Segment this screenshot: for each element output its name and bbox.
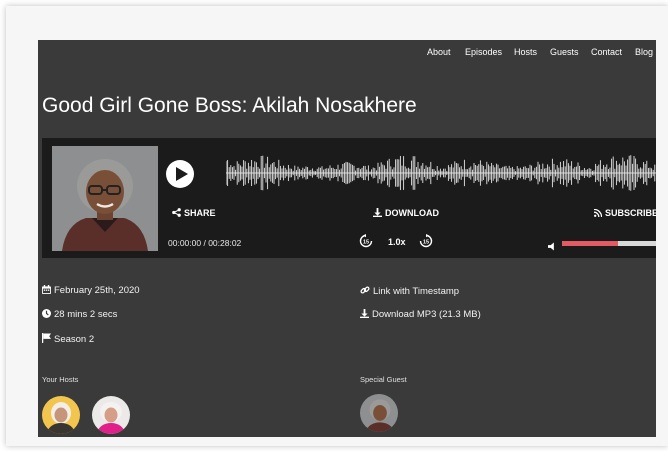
download-button[interactable]: DOWNLOAD (373, 208, 439, 218)
download-mp3[interactable]: Download MP3 (21.3 MB) (360, 309, 481, 320)
calendar-icon (42, 285, 51, 294)
nav-about[interactable]: About (427, 47, 451, 57)
host-avatar-2[interactable] (92, 396, 130, 434)
volume-level (562, 241, 619, 246)
guest-avatar[interactable] (360, 394, 398, 432)
time-display: 00:00:00 / 00:28:02 (168, 238, 242, 248)
speed-button[interactable]: 1.0x (388, 237, 406, 247)
subscribe-button[interactable]: SUBSCRIBE (593, 208, 656, 218)
share-icon (172, 208, 181, 217)
link-timestamp[interactable]: Link with Timestamp (360, 285, 459, 297)
forward-seconds: 15 (423, 239, 429, 245)
volume-slider[interactable] (562, 241, 656, 246)
episode-season: Season 2 (42, 333, 94, 345)
episode-title: Good Girl Gone Boss: Akilah Nosakhere (42, 94, 417, 117)
nav-guests[interactable]: Guests (550, 47, 579, 57)
share-button[interactable]: SHARE (172, 208, 216, 218)
hosts-heading: Your Hosts (42, 375, 79, 384)
download-icon (360, 309, 369, 318)
download-icon (373, 208, 382, 217)
podcast-page: About Episodes Hosts Guests Contact Blog… (38, 40, 656, 437)
nav-blog[interactable]: Blog (635, 47, 653, 57)
download-label: DOWNLOAD (385, 208, 439, 218)
guest-heading: Special Guest (360, 375, 407, 384)
link-icon (360, 286, 370, 294)
subscribe-label: SUBSCRIBE (605, 208, 656, 218)
browser-frame: About Episodes Hosts Guests Contact Blog… (6, 6, 668, 446)
forward-15-icon: 15 (419, 234, 433, 248)
host-avatar-1[interactable] (42, 396, 80, 434)
nav-episodes[interactable]: Episodes (465, 47, 502, 57)
guest-photo (52, 146, 158, 251)
clock-icon (42, 309, 51, 318)
flag-icon (42, 333, 51, 343)
rewind-seconds: 15 (363, 239, 369, 245)
audio-player: SHARE DOWNLOAD SUBSCRIBE 00:00:00 / 00:2… (42, 138, 656, 258)
rss-icon (593, 208, 603, 218)
rewind-button[interactable]: 15 (359, 234, 373, 253)
share-label: SHARE (184, 208, 216, 218)
nav-contact[interactable]: Contact (591, 47, 622, 57)
top-nav: About Episodes Hosts Guests Contact Blog (38, 40, 656, 66)
current-time: 00:00:00 (168, 238, 202, 248)
rewind-15-icon: 15 (359, 234, 373, 248)
forward-button[interactable]: 15 (419, 234, 433, 253)
mute-button[interactable] (548, 238, 557, 256)
nav-hosts[interactable]: Hosts (514, 47, 537, 57)
volume-icon (548, 242, 554, 251)
episode-date: February 25th, 2020 (42, 285, 140, 296)
episode-length: 28 mins 2 secs (42, 309, 117, 320)
waveform[interactable] (226, 150, 656, 196)
duration: 00:28:02 (208, 238, 242, 248)
play-button[interactable] (166, 160, 194, 188)
play-icon (176, 167, 188, 181)
